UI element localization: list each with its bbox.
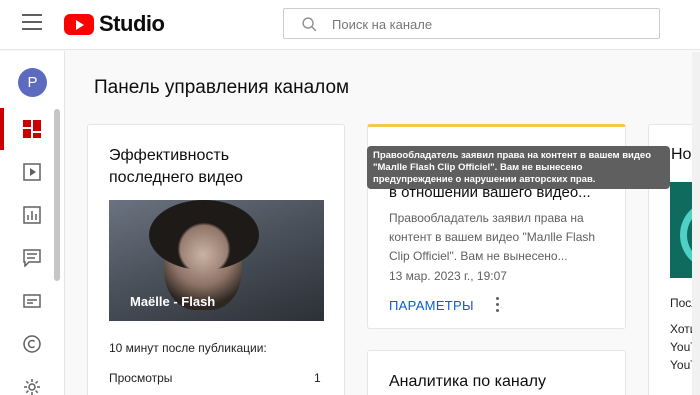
analytics-title: Аналитика по каналу	[389, 373, 546, 390]
search-input[interactable]	[332, 13, 642, 35]
channel-analytics-card: Аналитика по каналу	[367, 350, 626, 395]
top-bar: Studio	[0, 0, 700, 50]
youtube-studio-logo[interactable]: Studio	[64, 11, 165, 37]
latest-video-card: Эффективность последнего видео Maëlle - …	[87, 124, 345, 395]
views-value: 1	[314, 371, 321, 385]
video-title: Maëlle - Flash	[130, 294, 216, 309]
avatar[interactable]: P	[18, 68, 47, 97]
search-icon[interactable]	[301, 16, 318, 33]
options-button[interactable]: ПАРАМЕТРЫ	[389, 298, 474, 313]
logo-text: Studio	[99, 11, 165, 36]
sidebar-scrollbar[interactable]	[54, 109, 60, 281]
page-scrollbar[interactable]	[692, 52, 700, 395]
views-label: Просмотры	[109, 371, 173, 385]
more-options-icon[interactable]	[494, 297, 500, 315]
search-box[interactable]	[283, 8, 660, 39]
copyright-icon	[23, 335, 41, 353]
sidebar-item-settings[interactable]	[0, 366, 64, 395]
video-icon	[23, 163, 41, 181]
sidebar-item-subtitles[interactable]	[0, 280, 64, 322]
comments-icon	[23, 249, 41, 267]
card-title-line1: Эффективность	[109, 147, 230, 164]
dashboard-icon	[23, 120, 41, 138]
page-title: Панель управления каналом	[94, 77, 350, 98]
card-title-line2: последнего видео	[109, 169, 243, 186]
gear-icon	[24, 379, 40, 395]
thumbnail-hair	[149, 200, 259, 270]
subtitles-icon	[23, 294, 41, 308]
youtube-logo-icon	[64, 13, 94, 35]
sidebar: P	[0, 51, 65, 395]
since-publish-label: 10 минут после публикации:	[109, 341, 267, 355]
video-thumbnail[interactable]: Maëlle - Flash	[109, 200, 324, 321]
claim-tooltip: Правообладатель заявил права на контент …	[367, 146, 670, 189]
claim-date: 13 мар. 2023 г., 19:07	[389, 269, 507, 283]
menu-icon[interactable]	[22, 14, 42, 30]
sidebar-item-copyright[interactable]	[0, 323, 64, 365]
analytics-icon	[23, 206, 41, 224]
claim-body: Правообладатель заявил права на контент …	[389, 211, 596, 263]
